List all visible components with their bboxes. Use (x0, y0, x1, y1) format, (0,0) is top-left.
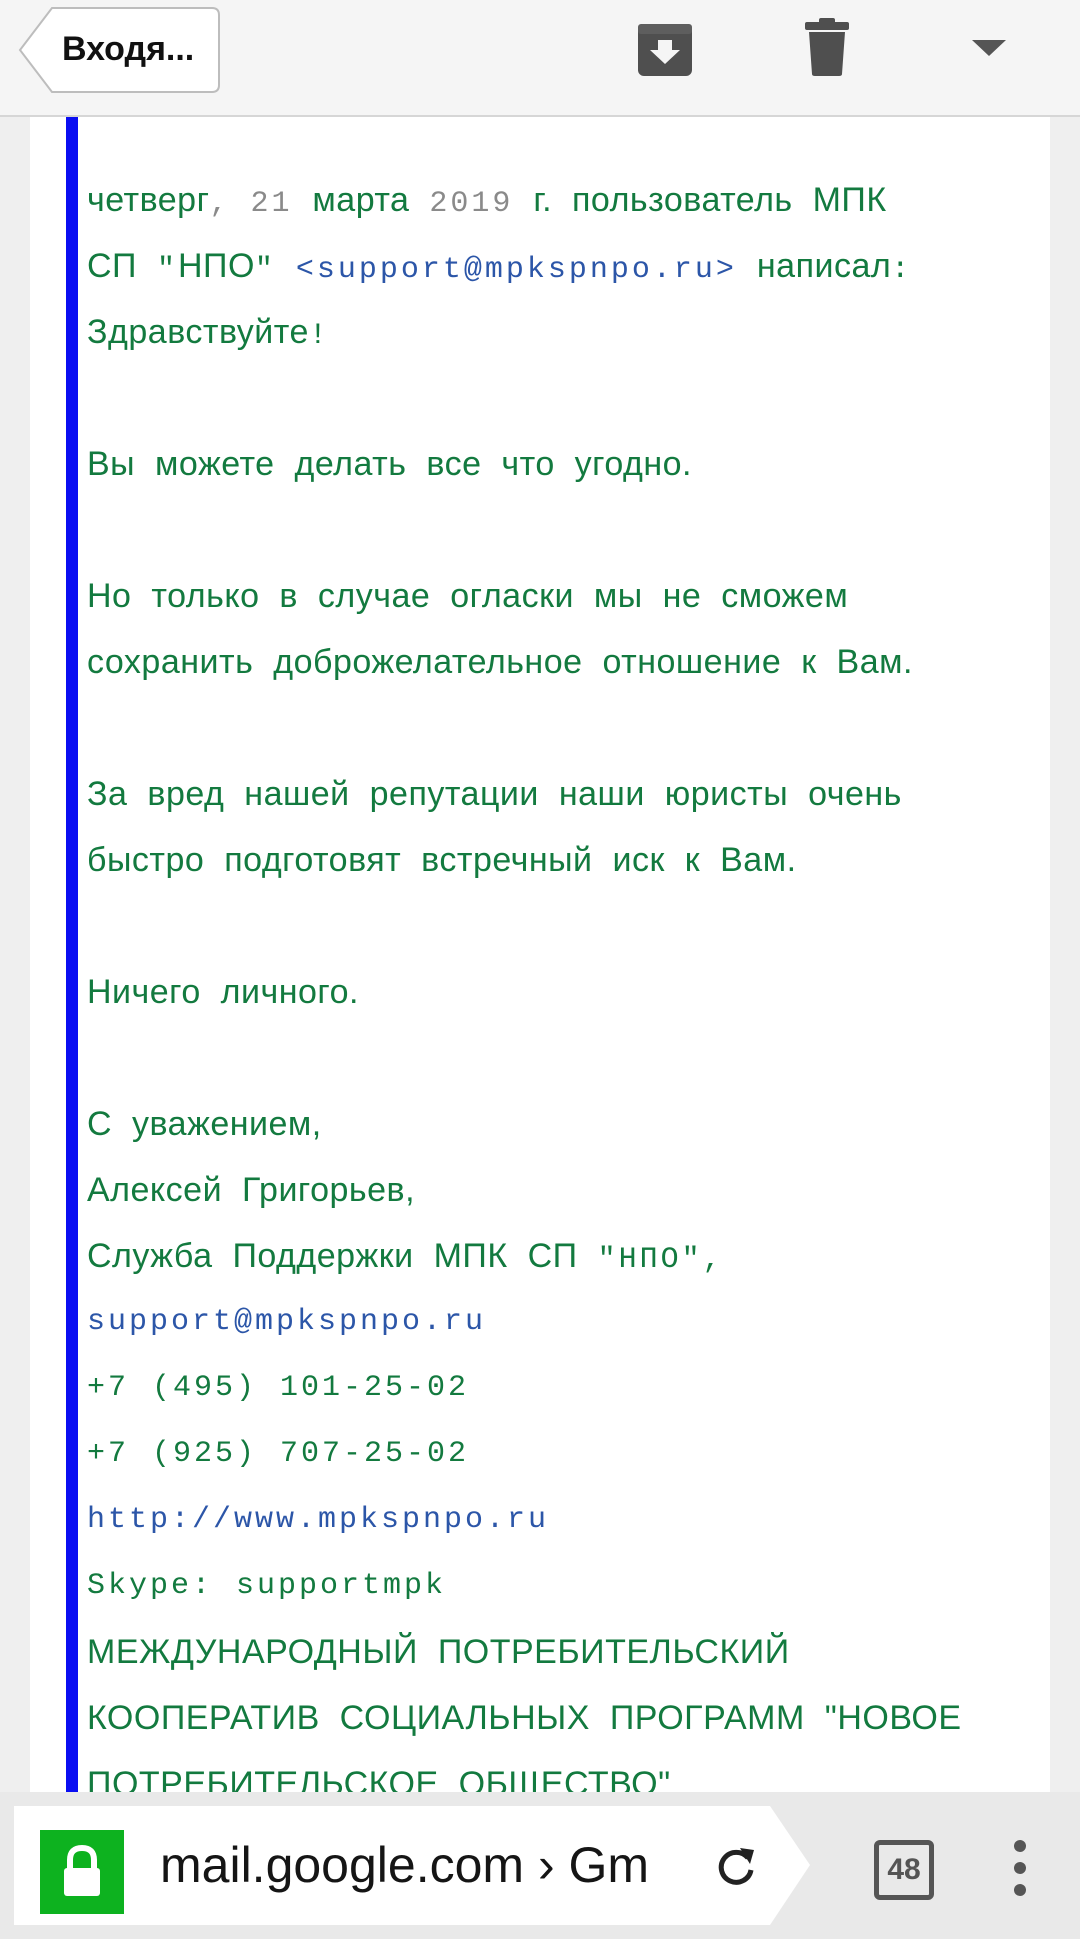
signature-regards: С уважением, (87, 1105, 322, 1143)
overflow-menu-icon[interactable] (1008, 1838, 1032, 1903)
header-rest: г. пользователь МПК (533, 181, 887, 219)
header-colon: : (891, 253, 913, 287)
header-comma: , (209, 187, 231, 221)
signature-org-line-2-quote: "НОВОЕ (824, 1699, 962, 1737)
signature-website-link[interactable]: http://www.mpkspnpo.ru (87, 1487, 1037, 1553)
archive-icon[interactable] (636, 18, 694, 83)
signature-org-line-2: КООПЕРАТИВ СОЦИАЛЬНЫХ ПРОГРАММ "НОВОЕ (87, 1685, 1037, 1751)
paragraph-2-line-2: сохранить доброжелательное отношение к В… (87, 643, 913, 681)
paragraph-3-line-1: За вред нашей репутации наши юристы очен… (87, 775, 902, 813)
mail-toolbar: Входя... (0, 0, 1080, 117)
signature-name: Алексей Григорьев, (87, 1171, 416, 1209)
signature-email-link[interactable]: support@mpkspnpo.ru (87, 1289, 1037, 1355)
trash-icon[interactable] (803, 18, 851, 83)
url-text[interactable]: mail.google.com › Gm (160, 1806, 686, 1925)
header-quote-open: " (156, 253, 178, 287)
back-to-inbox-button[interactable]: Входя... (18, 6, 220, 93)
header-verb: написал (756, 247, 892, 285)
back-button-label: Входя... (62, 30, 195, 68)
signature-department: Служба Поддержки МПК СП "НПО", (87, 1223, 1037, 1289)
signature-org-line-1: МЕЖДУНАРОДНЫЙ ПОТРЕБИТЕЛЬСКИЙ (87, 1633, 790, 1671)
paragraph-3-line-2: быстро подготовят встречный иск к Вам. (87, 841, 797, 879)
address-bar[interactable]: mail.google.com › Gm (14, 1806, 810, 1925)
signature-phone-2[interactable]: +7 (925) 707-25-02 (87, 1421, 1037, 1487)
reply-header-line-1: четверг, 21 марта 2019 г. пользователь М… (87, 167, 1037, 233)
greeting-mark: ! (308, 319, 330, 353)
greeting-line: Здравствуйте! (87, 299, 1037, 365)
signature-phone-1[interactable]: +7 (495) 101-25-02 (87, 1355, 1037, 1421)
dropdown-icon[interactable] (972, 38, 1006, 63)
signature-org-line-3: ПОТРЕБИТЕЛЬСКОЕ ОБЩЕСТВО" (87, 1765, 671, 1792)
quote-bar (66, 117, 78, 1792)
signature-skype: Skype: supportmpk (87, 1569, 447, 1603)
header-quote-close: " (254, 253, 276, 287)
quoted-message: четверг, 21 марта 2019 г. пользователь М… (87, 167, 1037, 1792)
header-prefix: СП (87, 247, 137, 285)
message-body: четверг, 21 марта 2019 г. пользователь М… (30, 117, 1050, 1792)
paragraph-1: Вы можете делать все что угодно. (87, 445, 692, 483)
paragraph-2-line-1: Но только в случае огласки мы не сможем (87, 577, 849, 615)
paragraph-4: Ничего личного. (87, 973, 359, 1011)
signature-department-quote: "НПО", (597, 1243, 724, 1277)
reload-icon[interactable] (714, 1844, 758, 1893)
reply-header-line-2: СП "НПО" <support@mpkspnpo.ru> написал: (87, 233, 1037, 299)
signature-department-text: Служба Поддержки МПК СП (87, 1237, 578, 1275)
greeting-text: Здравствуйте (87, 313, 309, 351)
header-email-link[interactable]: <support@mpkspnpo.ru> (296, 253, 737, 287)
lock-icon (40, 1830, 124, 1914)
browser-bar: mail.google.com › Gm 48 (0, 1792, 1080, 1939)
header-year: 2019 (429, 187, 514, 221)
header-org: НПО (177, 247, 255, 285)
tabs-icon[interactable]: 48 (874, 1840, 934, 1900)
header-day: 21 (250, 187, 293, 221)
header-weekday: четверг (87, 181, 210, 219)
signature-org-line-2-text: КООПЕРАТИВ СОЦИАЛЬНЫХ ПРОГРАММ (87, 1699, 805, 1737)
header-month: марта (312, 181, 410, 219)
